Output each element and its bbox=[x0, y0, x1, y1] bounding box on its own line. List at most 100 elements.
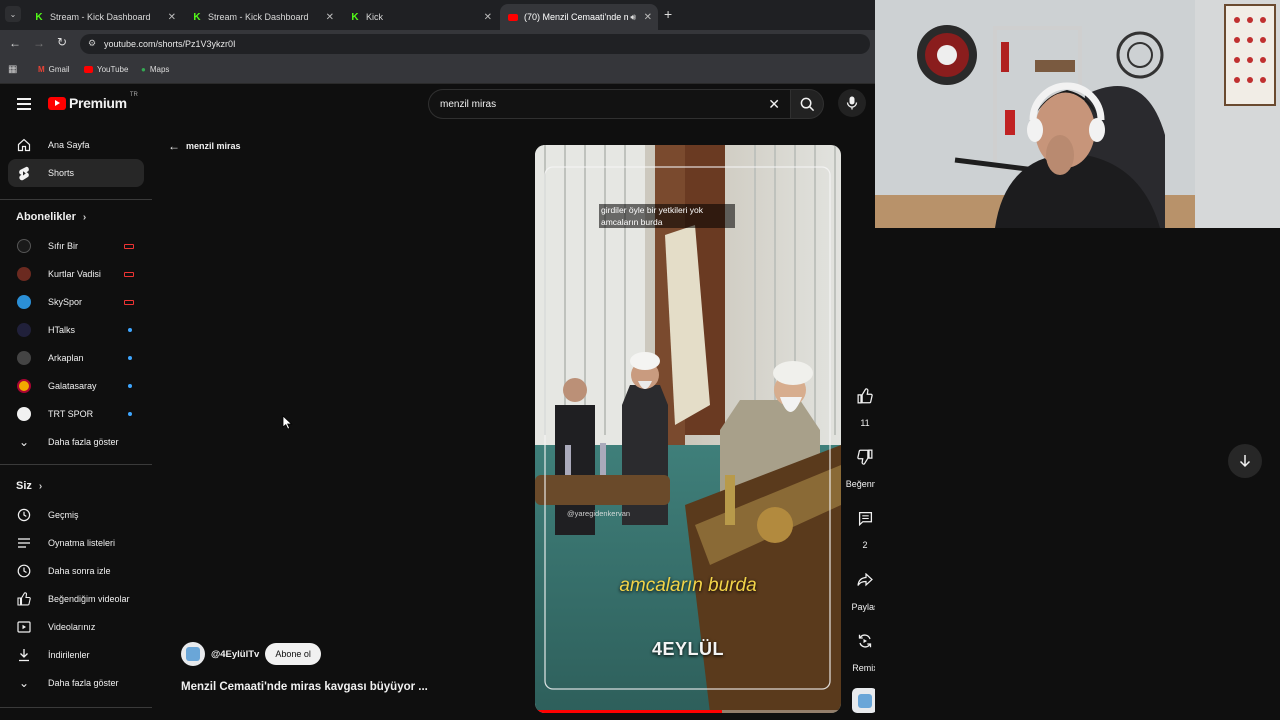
subscribe-button[interactable]: Abone ol bbox=[265, 643, 321, 665]
sidebar-item-liked-videos[interactable]: Beğendiğim videolar bbox=[0, 585, 152, 613]
logo-region: TR bbox=[129, 92, 138, 98]
sidebar-item-label: Ana Sayfa bbox=[48, 140, 90, 150]
new-tab-button[interactable]: + bbox=[664, 6, 672, 22]
sidebar-item-your-videos[interactable]: Videolarınız bbox=[0, 613, 152, 641]
remix-icon bbox=[858, 634, 872, 648]
show-more-you[interactable]: ⌄ Daha fazla göster bbox=[0, 669, 152, 697]
forward-arrow-icon[interactable]: → bbox=[33, 36, 45, 50]
channel-avatar[interactable] bbox=[181, 642, 205, 666]
short-title[interactable]: Menzil Cemaati'nde miras kavgası büyüyor… bbox=[181, 681, 428, 693]
clear-search-icon[interactable]: ✕ bbox=[768, 96, 780, 113]
address-bar[interactable]: ⚙ youtube.com/shorts/Pz1V3ykzr0I bbox=[80, 34, 870, 54]
tab-youtube-short[interactable]: (70) Menzil Cemaati'nde m 🔊︎ ✕ bbox=[500, 4, 658, 30]
webcam-feed bbox=[875, 0, 1280, 228]
section-heading: Abonelikler bbox=[16, 211, 76, 223]
channel-thumbnail-button[interactable] bbox=[852, 688, 877, 713]
bookmark-gmail[interactable]: M Gmail bbox=[38, 65, 70, 74]
sidebar-item-watch-later[interactable]: Daha sonra izle bbox=[0, 557, 152, 585]
back-to-search[interactable]: ← menzil miras bbox=[168, 139, 241, 153]
bookmark-maps[interactable]: ● Maps bbox=[141, 65, 169, 74]
search-button[interactable] bbox=[790, 89, 824, 119]
arrow-left-icon: ← bbox=[168, 139, 180, 153]
live-indicator-icon bbox=[124, 299, 134, 305]
reload-icon[interactable]: ↻ bbox=[57, 35, 67, 49]
youtube-premium-logo[interactable]: Premium TR bbox=[48, 92, 138, 111]
sidebar-sub-skyspor[interactable]: SkySpor bbox=[0, 288, 152, 316]
chevron-down-icon: ⌄ bbox=[9, 9, 17, 19]
youtube-icon bbox=[84, 66, 93, 73]
menu-icon[interactable] bbox=[17, 98, 31, 110]
video-caption-top: girdiler öyle bir yetkileri yok amcaları… bbox=[599, 204, 735, 228]
sidebar-item-label: Daha fazla göster bbox=[48, 678, 119, 688]
sidebar-item-label: SkySpor bbox=[48, 297, 83, 307]
channel-avatar bbox=[16, 378, 32, 394]
sidebar-sub-kurtlar-vadisi[interactable]: Kurtlar Vadisi bbox=[0, 260, 152, 288]
bookmark-youtube[interactable]: YouTube bbox=[84, 65, 128, 74]
thumbs-up-icon bbox=[857, 388, 873, 404]
close-icon[interactable]: ✕ bbox=[326, 12, 334, 23]
next-short-button[interactable] bbox=[1228, 444, 1262, 478]
video-progress-fill bbox=[535, 710, 722, 713]
sidebar-item-history[interactable]: Geçmiş bbox=[0, 501, 152, 529]
bookmarks-bar: ▦ M Gmail YouTube ● Maps bbox=[0, 58, 875, 84]
close-icon[interactable]: ✕ bbox=[484, 12, 492, 23]
channel-avatar bbox=[16, 294, 32, 310]
youtube-page: Premium TR menzil miras ✕ Ana Sayfa Shor… bbox=[0, 84, 884, 720]
new-content-dot bbox=[128, 356, 132, 360]
tab-search-button[interactable]: ⌄ bbox=[5, 6, 21, 22]
live-indicator-icon bbox=[124, 243, 134, 249]
sidebar-item-label: Arkaplan bbox=[48, 353, 84, 363]
tab-title: Kick bbox=[366, 12, 384, 22]
new-content-dot bbox=[128, 412, 132, 416]
tab-kick-dashboard-2[interactable]: K Stream - Kick Dashboard ✕ bbox=[184, 4, 340, 30]
search-box[interactable]: menzil miras ✕ bbox=[428, 89, 790, 119]
sidebar-item-shorts[interactable]: Shorts bbox=[8, 159, 144, 187]
sidebar-item-downloads[interactable]: İndirilenler bbox=[0, 641, 152, 669]
youtube-favicon-icon bbox=[508, 12, 518, 22]
share-arrow-icon bbox=[857, 573, 873, 587]
tab-title: Stream - Kick Dashboard bbox=[50, 12, 151, 22]
video-progress-track[interactable] bbox=[535, 710, 841, 713]
sidebar-divider bbox=[0, 199, 152, 200]
apps-grid-icon[interactable]: ▦ bbox=[8, 64, 17, 75]
sidebar-item-playlists[interactable]: Oynatma listeleri bbox=[0, 529, 152, 557]
subscriptions-heading[interactable]: Abonelikler › bbox=[16, 211, 86, 223]
channel-logo-icon bbox=[186, 647, 200, 661]
close-icon[interactable]: ✕ bbox=[168, 12, 176, 23]
you-heading[interactable]: Siz › bbox=[16, 480, 42, 492]
thumbs-down-icon bbox=[857, 449, 873, 465]
webcam-overlay bbox=[875, 0, 1280, 228]
sidebar-sub-galatasaray[interactable]: Galatasaray bbox=[0, 372, 152, 400]
close-icon[interactable]: ✕ bbox=[644, 12, 652, 23]
sidebar-sub-sifir-bir[interactable]: Sıfır Bir bbox=[0, 232, 152, 260]
tab-kick-dashboard-1[interactable]: K Stream - Kick Dashboard ✕ bbox=[26, 4, 182, 30]
sidebar-sub-arkaplan[interactable]: Arkaplan bbox=[0, 344, 152, 372]
maps-pin-icon: ● bbox=[141, 65, 146, 74]
comment-icon bbox=[858, 511, 872, 526]
sidebar-item-label: HTalks bbox=[48, 325, 76, 335]
sidebar-item-home[interactable]: Ana Sayfa bbox=[0, 131, 152, 159]
kick-favicon-icon: K bbox=[351, 11, 359, 23]
speaker-icon[interactable]: 🔊︎ bbox=[630, 12, 636, 23]
voice-search-button[interactable] bbox=[838, 89, 866, 117]
channel-avatar bbox=[16, 322, 32, 338]
chevron-down-icon: ⌄ bbox=[18, 435, 30, 449]
gmail-icon: M bbox=[38, 65, 45, 74]
tab-title: Stream - Kick Dashboard bbox=[208, 12, 309, 22]
channel-name[interactable]: @4EylülTv bbox=[211, 649, 259, 660]
video-subtitle: amcaların burda bbox=[619, 575, 757, 596]
new-content-dot bbox=[128, 384, 132, 388]
tab-kick[interactable]: K Kick ✕ bbox=[342, 4, 498, 30]
show-more-subscriptions[interactable]: ⌄ Daha fazla göster bbox=[0, 428, 152, 456]
site-info-icon[interactable]: ⚙ bbox=[88, 38, 96, 49]
thumbs-up-icon bbox=[16, 591, 32, 607]
search-input[interactable]: menzil miras bbox=[440, 99, 496, 110]
sidebar-sub-htalks[interactable]: HTalks bbox=[0, 316, 152, 344]
channel-avatar bbox=[16, 238, 32, 254]
new-content-dot bbox=[128, 328, 132, 332]
search-icon bbox=[800, 97, 814, 111]
short-video-player[interactable]: girdiler öyle bir yetkileri yok amcaları… bbox=[535, 145, 841, 713]
microphone-icon bbox=[846, 96, 858, 110]
sidebar-sub-trt-spor[interactable]: TRT SPOR bbox=[0, 400, 152, 428]
back-arrow-icon[interactable]: ← bbox=[9, 36, 21, 50]
